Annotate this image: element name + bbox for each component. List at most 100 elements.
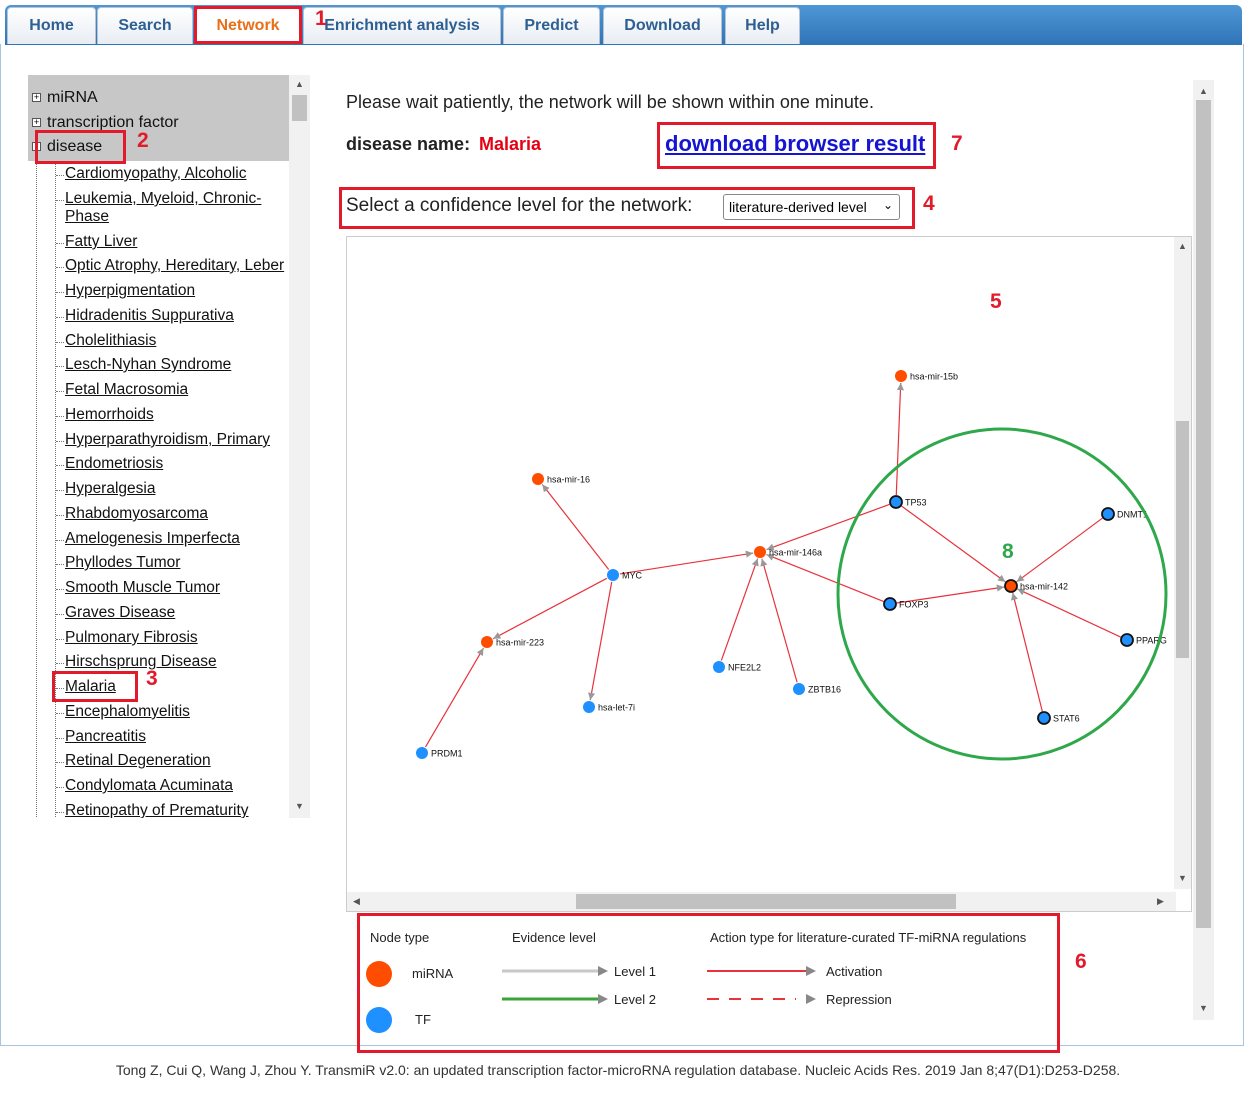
tab-enrichment-analysis[interactable]: Enrichment analysis — [303, 7, 501, 44]
tree-connector — [56, 762, 64, 763]
annotation-number-7: 7 — [951, 132, 963, 155]
node-hsa-mir-16[interactable] — [532, 473, 544, 485]
edge-myc-hsa-let-7i — [587, 581, 613, 701]
expand-icon[interactable]: + — [32, 118, 41, 127]
disease-item-retinopathy-of-prematurity[interactable]: Retinopathy of Prematurity — [65, 802, 249, 818]
node-label-nfe2l2: NFE2L2 — [728, 663, 761, 673]
disease-item-phase[interactable]: Phase — [65, 208, 109, 226]
disease-item-amelogenesis-imperfecta[interactable]: Amelogenesis Imperfecta — [65, 530, 240, 548]
scroll-down-arrow-icon[interactable]: ▼ — [295, 801, 304, 811]
node-label-hsa-mir-142: hsa-mir-142 — [1020, 582, 1068, 592]
tab-home[interactable]: Home — [7, 7, 96, 44]
disease-item-smooth-muscle-tumor[interactable]: Smooth Muscle Tumor — [65, 579, 220, 597]
disease-item-hirschsprung-disease[interactable]: Hirschsprung Disease — [65, 653, 217, 671]
disease-item-condylomata-acuminata[interactable]: Condylomata Acuminata — [65, 777, 233, 795]
edge-myc-hsa-mir-16 — [541, 484, 610, 570]
annotation-box-network-tab — [194, 6, 302, 44]
tree-scrollbar[interactable]: ▲ ▼ — [289, 75, 310, 818]
disease-item-fatty-liver[interactable]: Fatty Liver — [65, 233, 137, 251]
tree-connector — [56, 175, 64, 176]
disease-item-retinal-degeneration[interactable]: Retinal Degeneration — [65, 752, 211, 770]
node-nfe2l2[interactable] — [713, 661, 725, 673]
tab-search[interactable]: Search — [97, 7, 193, 44]
scroll-up-arrow-icon[interactable]: ▲ — [1199, 86, 1208, 96]
tree-item-mirna[interactable]: miRNA — [47, 89, 98, 107]
node-prdm1[interactable] — [416, 747, 428, 759]
disease-item-leukemia-myeloid-chronic[interactable]: Leukemia, Myeloid, Chronic- — [65, 190, 261, 208]
tree-connector — [56, 515, 64, 516]
node-hsa-mir-142[interactable] — [1004, 579, 1018, 593]
node-myc[interactable] — [607, 569, 619, 581]
disease-item-endometriosis[interactable]: Endometriosis — [65, 455, 163, 473]
node-label-tp53: TP53 — [905, 498, 927, 508]
edge-dnmt1-hsa-mir-142 — [1016, 517, 1103, 583]
disease-item-hyperparathyroidism-primary[interactable]: Hyperparathyroidism, Primary — [65, 431, 270, 449]
disease-item-cholelithiasis[interactable]: Cholelithiasis — [65, 332, 156, 350]
network-horizontal-scrollbar[interactable]: ◀ ▶ — [347, 892, 1176, 911]
disease-item-fetal-macrosomia[interactable]: Fetal Macrosomia — [65, 381, 188, 399]
disease-item-graves-disease[interactable]: Graves Disease — [65, 604, 175, 622]
edge-stat6-hsa-mir-142 — [1010, 592, 1043, 712]
network-canvas[interactable]: hsa-mir-15b hsa-mir-16 TP53 DNMT1 hsa-mir-14… — [346, 236, 1192, 912]
tree-connector — [56, 366, 64, 367]
content-vertical-scrollbar[interactable]: ▲ ▼ — [1193, 80, 1214, 1020]
annotation-number-8: 8 — [1002, 540, 1014, 563]
scroll-down-arrow-icon[interactable]: ▼ — [1178, 873, 1187, 883]
node-pparg[interactable] — [1120, 633, 1134, 647]
disease-item-cardiomyopathy-alcoholic[interactable]: Cardiomyopathy, Alcoholic — [65, 165, 247, 183]
annotation-box-confidence — [339, 187, 915, 229]
tree-connector — [56, 243, 64, 244]
scroll-up-arrow-icon[interactable]: ▲ — [295, 79, 304, 89]
disease-item-encephalomyelitis[interactable]: Encephalomyelitis — [65, 703, 190, 721]
network-graph[interactable]: hsa-mir-15b hsa-mir-16 TP53 DNMT1 hsa-mir-14… — [347, 237, 1176, 889]
node-label-stat6: STAT6 — [1053, 714, 1080, 724]
wait-message: Please wait patiently, the network will … — [346, 92, 874, 112]
disease-item-phyllodes-tumor[interactable]: Phyllodes Tumor — [65, 554, 180, 572]
network-vertical-scrollbar[interactable]: ▲ ▼ — [1174, 237, 1191, 889]
tree-connector — [56, 738, 64, 739]
disease-item-optic-atrophy-hereditary-leber[interactable]: Optic Atrophy, Hereditary, Leber — [65, 257, 284, 275]
tree-guide-line — [36, 157, 37, 818]
scroll-left-arrow-icon[interactable]: ◀ — [353, 896, 360, 907]
citation-footer: Tong Z, Cui Q, Wang J, Zhou Y. TransmiR … — [115, 1062, 1121, 1078]
node-hsa-mir-146a[interactable] — [754, 546, 766, 558]
disease-item-hidradenitis-suppurativa[interactable]: Hidradenitis Suppurativa — [65, 307, 234, 325]
annotation-number-2: 2 — [137, 129, 149, 152]
disease-item-lesch-nyhan-syndrome[interactable]: Lesch-Nyhan Syndrome — [65, 356, 231, 374]
tree-connector — [56, 317, 64, 318]
node-dnmt1[interactable] — [1101, 507, 1115, 521]
scroll-down-arrow-icon[interactable]: ▼ — [1199, 1003, 1208, 1013]
node-hsa-mir-15b[interactable] — [895, 370, 907, 382]
disease-item-hyperpigmentation[interactable]: Hyperpigmentation — [65, 282, 195, 300]
disease-item-pancreatitis[interactable]: Pancreatitis — [65, 728, 146, 746]
node-tp53[interactable] — [889, 495, 903, 509]
node-stat6[interactable] — [1037, 711, 1051, 725]
network-vertical-scroll-thumb[interactable] — [1176, 421, 1189, 658]
node-zbtb16[interactable] — [793, 683, 805, 695]
tab-predict[interactable]: Predict — [503, 7, 600, 44]
tree-connector — [56, 713, 64, 714]
disease-item-pulmonary-fibrosis[interactable]: Pulmonary Fibrosis — [65, 629, 198, 647]
node-label-prdm1: PRDM1 — [431, 749, 463, 759]
tree-scroll-thumb[interactable] — [292, 95, 307, 121]
node-hsa-let-7i[interactable] — [583, 701, 595, 713]
annotation-number-6: 6 — [1075, 950, 1087, 973]
tab-help[interactable]: Help — [725, 7, 800, 44]
network-horizontal-scroll-thumb[interactable] — [576, 894, 956, 909]
tree-connector — [56, 787, 64, 788]
tab-download[interactable]: Download — [603, 7, 722, 44]
disease-item-rhabdomyosarcoma[interactable]: Rhabdomyosarcoma — [65, 505, 208, 523]
scroll-right-arrow-icon[interactable]: ▶ — [1157, 896, 1164, 907]
scroll-up-arrow-icon[interactable]: ▲ — [1178, 241, 1187, 251]
node-hsa-mir-223[interactable] — [481, 636, 493, 648]
expand-icon[interactable]: + — [32, 93, 41, 102]
disease-item-hemorrhoids[interactable]: Hemorrhoids — [65, 406, 154, 424]
content-scroll-thumb[interactable] — [1196, 100, 1211, 928]
node-label-foxp3: FOXP3 — [899, 600, 929, 610]
node-foxp3[interactable] — [883, 597, 897, 611]
disease-item-hyperalgesia[interactable]: Hyperalgesia — [65, 480, 155, 498]
edge-foxp3-hsa-mir-146a — [766, 553, 884, 602]
edge-nfe2l2-hsa-mir-146a — [720, 558, 759, 661]
edge-tp53-hsa-mir-146a — [766, 503, 890, 551]
annotation-number-3: 3 — [146, 667, 158, 690]
